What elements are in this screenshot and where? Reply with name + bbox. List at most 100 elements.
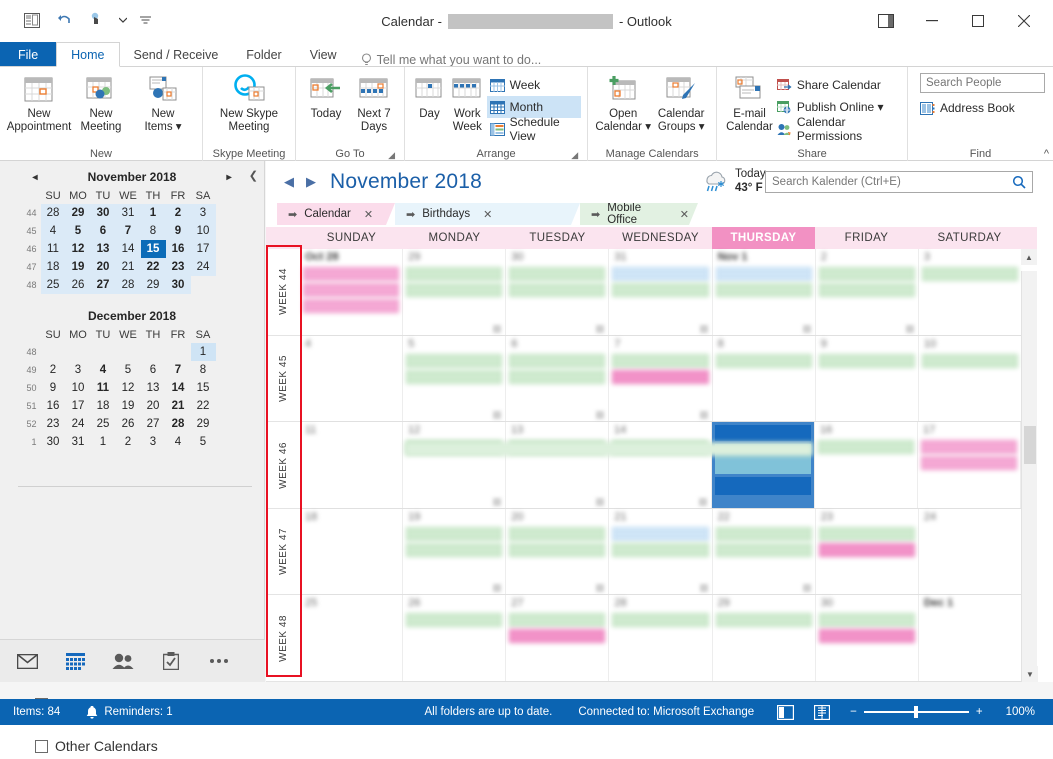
calendar-day-cell[interactable]: 8 xyxy=(713,336,816,422)
mini-calendar-day[interactable]: 6 xyxy=(91,222,116,240)
share-calendar-button[interactable]: Share Calendar xyxy=(774,74,899,96)
more-events-indicator[interactable] xyxy=(803,325,811,333)
calendar-event[interactable] xyxy=(612,370,708,384)
mini-calendar-day[interactable]: 11 xyxy=(41,240,66,258)
mini-calendar-day[interactable]: 17 xyxy=(66,397,91,415)
mini-calendar-day[interactable]: 12 xyxy=(66,240,91,258)
mini-week-number[interactable]: 50 xyxy=(19,383,41,393)
scroll-up-button[interactable]: ▲ xyxy=(1021,249,1037,265)
mini-calendar-day[interactable]: 7 xyxy=(166,361,191,379)
mini-calendar-day[interactable]: 11 xyxy=(91,379,116,397)
mini-calendar-next-button[interactable]: ▸ xyxy=(226,172,231,183)
mini-calendar-day[interactable]: 1 xyxy=(191,343,216,361)
close-icon[interactable]: ✕ xyxy=(483,208,492,221)
mini-calendar-day[interactable]: 4 xyxy=(166,433,191,451)
calendar-day-cell[interactable]: 22 xyxy=(713,509,816,595)
mini-calendar-day[interactable]: 8 xyxy=(141,222,166,240)
mini-calendar-day[interactable]: 1 xyxy=(91,433,116,451)
mini-calendar-day[interactable]: 13 xyxy=(91,240,116,258)
mini-week-number[interactable]: 49 xyxy=(19,365,41,375)
calendar-day-cell[interactable]: 15 xyxy=(712,422,815,508)
calendar-day-cell[interactable]: Oct 28 xyxy=(300,249,403,335)
mini-calendar-day[interactable]: 2 xyxy=(41,361,66,379)
zoom-thumb[interactable] xyxy=(914,706,918,718)
mini-calendar-day[interactable]: 6 xyxy=(141,361,166,379)
tab-home[interactable]: Home xyxy=(56,42,119,67)
mini-calendar-day[interactable]: 21 xyxy=(166,397,191,415)
calendar-search-box[interactable] xyxy=(765,171,1033,193)
calendar-groups-button[interactable]: Calendar Groups ▾ xyxy=(652,71,710,136)
mini-calendar-day[interactable]: 5 xyxy=(191,433,216,451)
calendar-scrollbar[interactable]: ▲ ▼ xyxy=(1021,271,1037,682)
calendar-day-cell[interactable]: 3 xyxy=(919,249,1021,335)
day-view-button[interactable]: Day xyxy=(411,71,448,123)
mini-week-number[interactable]: 47 xyxy=(19,262,41,272)
mini-calendar-day[interactable]: 22 xyxy=(141,258,166,276)
mini-week-number[interactable]: 48 xyxy=(19,280,41,290)
calendar-event[interactable] xyxy=(612,543,708,557)
week-number-cell[interactable]: WEEK 45 xyxy=(266,336,300,423)
calendar-event[interactable] xyxy=(612,283,708,297)
new-meeting-button[interactable]: New Meeting xyxy=(70,71,132,136)
mini-calendar-day[interactable]: 23 xyxy=(166,258,191,276)
calendar-event[interactable] xyxy=(509,527,605,541)
calendar-day-cell[interactable]: Nov 1 xyxy=(713,249,816,335)
calendar-event[interactable] xyxy=(406,543,502,557)
mini-calendar-day[interactable]: 19 xyxy=(66,258,91,276)
tab-birthdays[interactable]: ➡Birthdays✕ xyxy=(395,203,580,225)
mini-calendar-day[interactable]: 15 xyxy=(191,379,216,397)
zoom-track[interactable] xyxy=(864,711,969,713)
tab-file[interactable]: File xyxy=(0,42,56,67)
mini-calendar-day[interactable]: 28 xyxy=(116,276,141,294)
calendar-search-input[interactable] xyxy=(772,176,1012,188)
maximize-button[interactable] xyxy=(955,0,1001,42)
people-nav-icon[interactable] xyxy=(110,648,136,674)
close-button[interactable] xyxy=(1001,0,1047,42)
mini-calendar-day[interactable]: 30 xyxy=(91,204,116,222)
more-events-indicator[interactable] xyxy=(700,325,708,333)
more-events-indicator[interactable] xyxy=(803,584,811,592)
week-view-button[interactable]: Week xyxy=(487,74,582,96)
mini-calendar-day[interactable]: 4 xyxy=(41,222,66,240)
mini-calendar-day[interactable]: 23 xyxy=(41,415,66,433)
more-events-indicator[interactable] xyxy=(700,411,708,419)
mini-calendar-day[interactable]: 18 xyxy=(41,258,66,276)
day-header-sunday[interactable]: SUNDAY xyxy=(300,227,403,249)
day-header-saturday[interactable]: SATURDAY xyxy=(918,227,1021,249)
mini-week-number[interactable]: 46 xyxy=(19,244,41,254)
day-header-wednesday[interactable]: WEDNESDAY xyxy=(609,227,712,249)
calendar-event[interactable] xyxy=(509,267,605,281)
calendar-day-cell[interactable]: 29 xyxy=(713,595,816,681)
calendar-nav-icon[interactable] xyxy=(62,648,88,674)
mini-week-number[interactable]: 51 xyxy=(19,401,41,411)
calendar-event[interactable] xyxy=(819,267,915,281)
calendar-event[interactable] xyxy=(819,613,915,627)
more-events-indicator[interactable] xyxy=(596,325,604,333)
next-7-days-button[interactable]: Next 7 Days xyxy=(350,71,398,136)
calendar-event[interactable] xyxy=(921,440,1017,454)
mini-calendar-day[interactable]: 27 xyxy=(91,276,116,294)
calendar-event[interactable] xyxy=(716,267,812,281)
calendar-day-cell[interactable]: 16 xyxy=(815,422,918,508)
close-icon[interactable]: ✕ xyxy=(680,208,689,221)
week-number-cell[interactable]: WEEK 44 xyxy=(266,249,300,336)
calendar-event[interactable] xyxy=(716,283,812,297)
mini-calendar-day[interactable]: 29 xyxy=(141,276,166,294)
more-events-indicator[interactable] xyxy=(493,584,501,592)
calendar-day-cell[interactable]: 31 xyxy=(609,249,712,335)
mail-nav-icon[interactable] xyxy=(14,648,40,674)
mini-calendar-day[interactable]: 21 xyxy=(116,258,141,276)
mini-calendar-day[interactable]: 10 xyxy=(66,379,91,397)
mini-calendar-day[interactable]: 24 xyxy=(66,415,91,433)
calendar-event[interactable] xyxy=(612,613,708,627)
close-icon[interactable]: ✕ xyxy=(364,208,373,221)
open-calendar-button[interactable]: Open Calendar ▾ xyxy=(594,71,652,136)
calendar-day-cell[interactable]: 17 xyxy=(918,422,1021,508)
search-people-input[interactable] xyxy=(920,73,1045,93)
calendar-day-cell[interactable]: 10 xyxy=(919,336,1021,422)
calendar-day-cell[interactable]: 26 xyxy=(403,595,506,681)
calendar-event[interactable] xyxy=(509,543,605,557)
mini-calendar-day[interactable]: 27 xyxy=(141,415,166,433)
mini-week-number[interactable]: 1 xyxy=(19,437,41,447)
mini-calendar-day[interactable]: 15 xyxy=(141,240,166,258)
